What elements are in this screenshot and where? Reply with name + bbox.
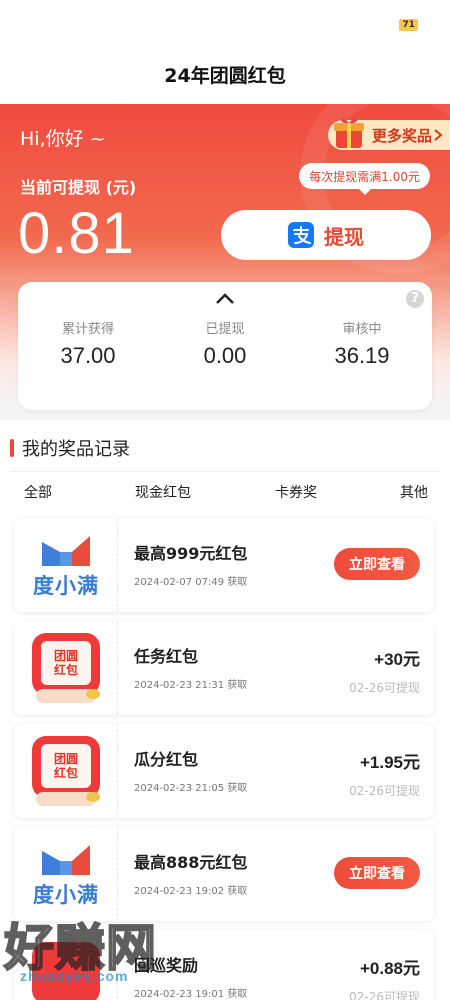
duxiaoman-logo: 度小满 [31,841,101,909]
record-time: 2024-02-23 19:02 获取 [134,886,248,897]
withdrawable-label: 当前可提现 (元) [20,178,137,197]
filter-tabs: 全部 现金红包 卡券奖 其他 [10,471,440,509]
record-logo: 度小满 [14,518,118,612]
record-status: 02-26可提现 [349,784,420,798]
page-title: 24年团圆红包 [164,64,286,87]
withdraw-button[interactable]: 提现 [221,210,431,260]
view-now-button[interactable]: 立即查看 [334,548,420,580]
record-logo [14,930,118,1000]
chevron-right-icon [434,129,443,141]
record-name: 瓜分红包 [134,750,199,769]
prize-records: 我的奖品记录 全部 现金红包 卡券奖 其他 度小满 最高999元红包 2024-… [0,420,450,1000]
record-logo: 团圆 红包 [14,724,118,818]
title-bar: 24年团圆红包 [0,44,450,104]
tuanyuan-logo-line: 红包 [53,663,78,677]
record-logo: 度小满 [14,827,118,921]
tuanyuan-logo-line: 红包 [53,766,78,780]
tuanyuan-logo-card: 团圆 红包 [41,744,91,788]
stats-card: ? 累计获得 37.00 已提现 0.00 审核中 36.19 [18,282,432,410]
tuanyuan-logo-line: 团圆 [53,649,78,663]
more-prizes-label: 更多奖品 [371,126,432,145]
coin-icon [86,792,100,802]
record-time: 2024-02-07 07:49 获取 [134,577,248,588]
section-accent-bar [10,439,14,457]
greeting: Hi,你好 ~ [20,128,106,150]
alipay-icon [288,222,314,248]
stat-label: 审核中 [342,322,382,337]
record-status: 02-26可提现 [349,990,420,1000]
tuanyuan-red-packet-logo: 团圆 红包 [32,633,100,703]
stat-total-earned: 累计获得 37.00 [28,318,148,369]
stat-value: 37.00 [60,343,116,368]
record-card[interactable]: 度小满 最高888元红包 2024-02-23 19:02 获取 立即查看 [14,827,434,921]
more-prizes-button[interactable]: 更多奖品 [328,118,450,150]
duxiaoman-logo-text: 度小满 [33,883,99,907]
tuanyuan-red-packet-logo: 团圆 红包 [32,736,100,806]
chevron-up-icon[interactable] [214,292,236,306]
record-name: 最高999元红包 [134,544,248,563]
duxiaoman-logo: 度小满 [31,532,101,600]
stat-label: 累计获得 [61,322,114,337]
stat-value: 0.00 [203,343,247,368]
record-amount: +30元 [374,650,420,669]
balance-value: 0.81 [18,201,135,266]
stat-under-review: 审核中 36.19 [302,318,422,369]
section-title: 我的奖品记录 [10,435,130,461]
tab-all[interactable]: 全部 [24,482,52,502]
record-card[interactable]: 团圆 红包 任务红包 2024-02-23 21:31 获取 +30元 02-2… [14,621,434,715]
record-status: 02-26可提现 [349,681,420,695]
record-amount: +0.88元 [359,959,420,978]
record-card[interactable]: 度小满 最高999元红包 2024-02-07 07:49 获取 立即查看 [14,518,434,612]
record-card[interactable]: 回巡奖励 2024-02-23 19:01 获取 +0.88元 02-26可提现 [14,930,434,1000]
coin-icon [86,689,100,699]
tuanyuan-red-packet-logo [32,942,100,1000]
record-name: 最高888元红包 [134,853,248,872]
tuanyuan-logo-card: 团圆 红包 [41,641,91,685]
tab-coupon-prize[interactable]: 卡券奖 [275,482,317,502]
view-now-button[interactable]: 立即查看 [334,857,420,889]
tuanyuan-logo-frame: 团圆 红包 [32,736,100,798]
record-name: 回巡奖励 [134,956,199,975]
record-time: 2024-02-23 21:31 获取 [134,680,248,691]
tuanyuan-logo-frame [32,942,100,1000]
record-time: 2024-02-23 19:01 获取 [134,989,248,1000]
battery-indicator: 71 [399,19,418,31]
help-icon[interactable]: ? [406,290,424,308]
duxiaoman-icon [42,845,90,875]
status-bar: 71 [0,0,450,44]
record-card[interactable]: 团圆 红包 瓜分红包 2024-02-23 21:05 获取 +1.95元 02… [14,724,434,818]
stat-withdrawn: 已提现 0.00 [165,318,285,369]
withdraw-button-label: 提现 [324,224,364,249]
tuanyuan-logo-line: 团圆 [53,752,78,766]
record-amount: +1.95元 [359,753,420,772]
record-name: 任务红包 [134,647,199,666]
stat-label: 已提现 [205,322,245,337]
tab-other[interactable]: 其他 [400,482,428,502]
section-title-text: 我的奖品记录 [22,439,130,460]
tuanyuan-logo-frame: 团圆 红包 [32,633,100,695]
stat-value: 36.19 [334,343,390,368]
record-logo: 团圆 红包 [14,621,118,715]
withdraw-threshold-tooltip: 每次提现需满1.00元 [299,163,430,195]
record-time: 2024-02-23 21:05 获取 [134,783,248,794]
gift-icon [334,118,364,148]
tab-cash-red-packet[interactable]: 现金红包 [135,482,191,502]
duxiaoman-icon [42,536,90,566]
duxiaoman-logo-text: 度小满 [33,574,99,598]
